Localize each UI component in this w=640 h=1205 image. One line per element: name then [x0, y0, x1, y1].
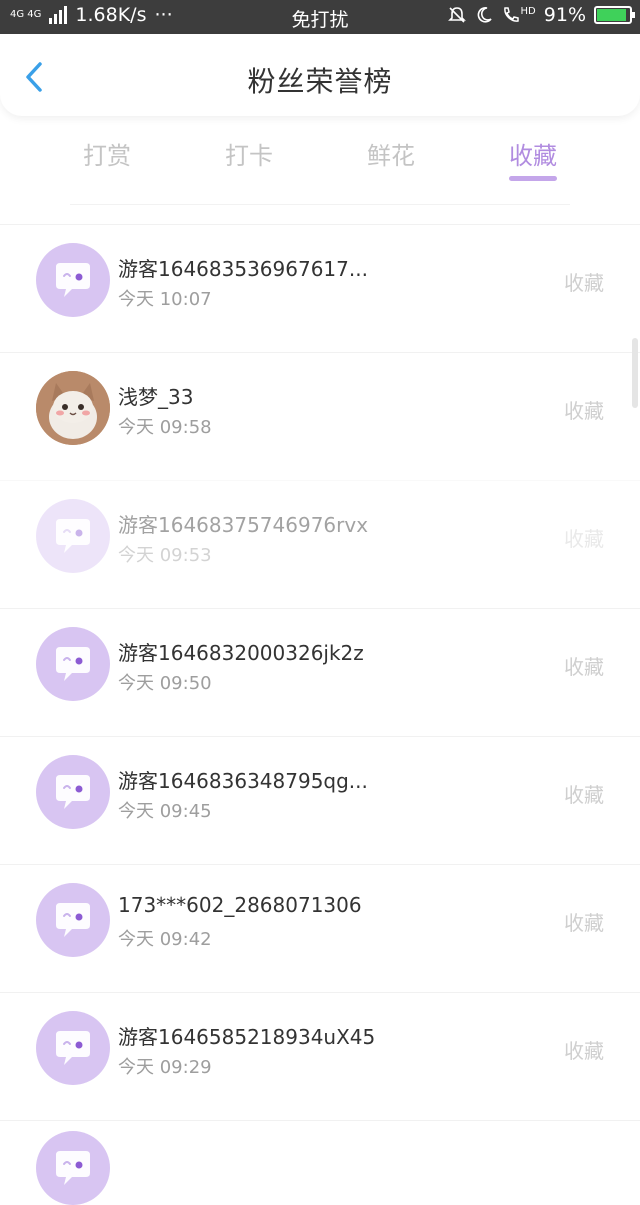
- list-item[interactable]: 游客1646836348795qg... 今天 09:45 收藏: [0, 736, 640, 864]
- hd-label: HD: [520, 5, 536, 17]
- bell-muted-icon: [447, 7, 466, 23]
- fan-time: 今天 09:53: [118, 545, 212, 566]
- battery-percent: 91%: [543, 4, 586, 26]
- list-item[interactable]: 游客16468375746976rvx 今天 09:53 收藏: [0, 480, 640, 608]
- action-label: 收藏: [564, 783, 604, 807]
- fan-name: 游客1646832000326jk2z: [118, 641, 364, 665]
- fan-name: 游客16468375746976rvx: [118, 513, 369, 537]
- action-label: 收藏: [564, 271, 604, 295]
- action-label: 收藏: [564, 527, 604, 551]
- list-item[interactable]: 游客164683536967617... 今天 10:07 收藏: [0, 224, 640, 352]
- tab-reward[interactable]: 打赏: [47, 136, 167, 171]
- tab-active-indicator: [509, 176, 557, 181]
- nav-header: 粉丝荣誉榜: [0, 34, 640, 116]
- fan-time: 今天 09:50: [118, 673, 212, 694]
- chat-bubble-icon: [36, 627, 110, 701]
- fan-time: 今天 09:58: [118, 417, 212, 438]
- moon-icon: [477, 7, 492, 23]
- action-label: 收藏: [564, 911, 604, 935]
- battery-fill: [597, 9, 626, 21]
- list-item-partial[interactable]: [0, 1120, 640, 1205]
- tab-flowers[interactable]: 鲜花: [331, 136, 451, 171]
- action-label: 收藏: [564, 655, 604, 679]
- fan-name: 173***602_2868071306: [118, 893, 362, 917]
- tab-favorites[interactable]: 收藏: [473, 136, 593, 171]
- fan-time: 今天 10:07: [118, 289, 212, 310]
- chat-bubble-icon: [36, 883, 110, 957]
- tab-checkin[interactable]: 打卡: [189, 136, 309, 171]
- fan-time: 今天 09:45: [118, 801, 212, 822]
- battery-icon: [594, 6, 635, 24]
- action-label: 收藏: [564, 399, 604, 423]
- chat-bubble-icon: [36, 243, 110, 317]
- cat-photo-avatar: [36, 371, 110, 445]
- fan-time: 今天 09:29: [118, 1057, 212, 1078]
- page-title: 粉丝荣誉榜: [247, 65, 393, 98]
- list-item[interactable]: 173***602_2868071306 今天 09:42 收藏: [0, 864, 640, 992]
- tab-bar: 打赏 打卡 鲜花 收藏: [0, 116, 640, 206]
- phone-hd-icon: [503, 7, 519, 22]
- fan-name: 浅梦_33: [118, 385, 194, 409]
- status-bar: 4G 4G 1.68K/s ··· 免打扰 HD 91%: [0, 0, 640, 34]
- chat-bubble-icon: [36, 1011, 110, 1085]
- scrollbar[interactable]: [632, 338, 638, 408]
- fan-list: 游客164683536967617... 今天 10:07 收藏 浅梦_33 今…: [0, 224, 640, 1205]
- fan-name: 游客1646585218934uX45: [118, 1025, 376, 1049]
- chat-bubble-icon: [36, 499, 110, 573]
- list-item[interactable]: 浅梦_33 今天 09:58 收藏: [0, 352, 640, 480]
- fan-name: 游客1646836348795qg...: [118, 769, 368, 793]
- tabs-divider: [70, 204, 570, 205]
- list-item[interactable]: 游客1646585218934uX45 今天 09:29 收藏: [0, 992, 640, 1120]
- status-right: HD 91%: [447, 4, 635, 26]
- fan-time: 今天 09:42: [118, 929, 212, 950]
- list-item[interactable]: 游客1646832000326jk2z 今天 09:50 收藏: [0, 608, 640, 736]
- chat-bubble-icon: [36, 1131, 110, 1205]
- chat-bubble-icon: [36, 755, 110, 829]
- fan-name: 游客164683536967617...: [118, 257, 368, 281]
- action-label: 收藏: [564, 1039, 604, 1063]
